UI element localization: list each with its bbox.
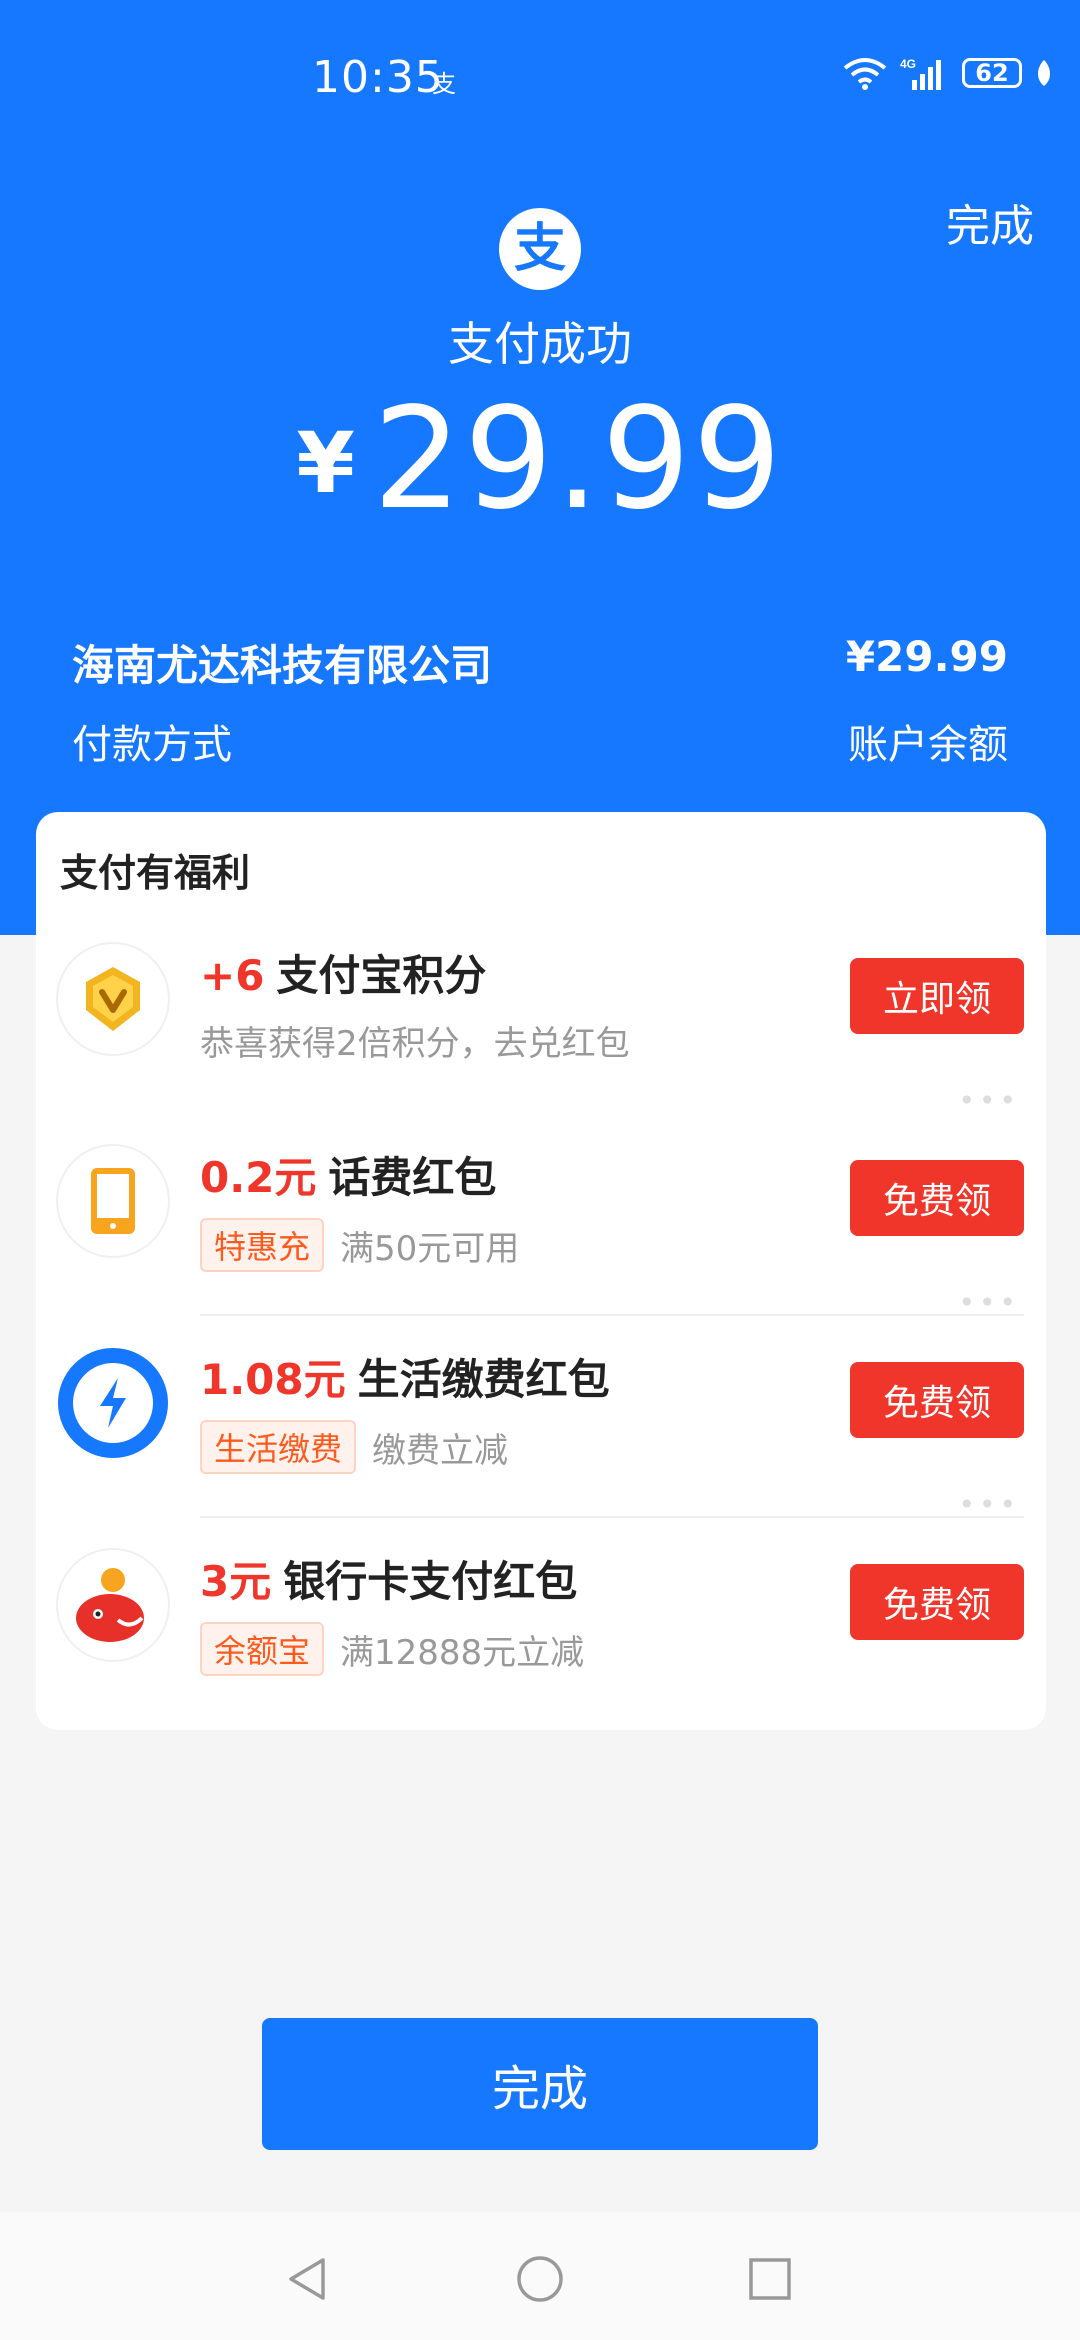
home-icon[interactable]: [515, 2254, 565, 2304]
benefit-tag: 特惠充: [200, 1218, 325, 1272]
signal-icon: 4G: [900, 57, 941, 90]
benefit-subtitle: 恭喜获得2倍积分，去兑红包: [200, 1016, 630, 1065]
payment-method-row: 付款方式 账户余额: [72, 712, 1008, 770]
alipay-logo-icon: 支: [499, 208, 581, 290]
merchant-row: 海南尤达科技有限公司 ¥29.99: [72, 632, 1008, 693]
lightning-icon: [58, 1348, 168, 1458]
benefit-title: 0.2元 话费红包: [200, 1144, 496, 1205]
benefit-title: 1.08元 生活缴费红包: [200, 1346, 610, 1407]
benefit-item-points: +6 支付宝积分 恭喜获得2倍积分，去兑红包 立即领: [36, 912, 1046, 1112]
recents-icon[interactable]: [745, 2254, 795, 2304]
benefit-highlight: 0.2元: [200, 1153, 317, 1202]
status-icons: 4G 62: [842, 56, 1054, 90]
phone-icon: [58, 1146, 168, 1256]
benefit-tag: 生活缴费: [200, 1420, 357, 1474]
more-options-icon[interactable]: •••: [958, 1084, 1020, 1117]
benefit-desc: 缴费立减: [372, 1430, 509, 1471]
status-app-icon: 支: [432, 70, 456, 98]
benefit-desc: 满12888元立减: [340, 1632, 585, 1673]
benefits-title: 支付有福利: [60, 851, 251, 895]
benefit-title: +6 支付宝积分: [200, 942, 486, 1003]
payment-method-value: 账户余额: [848, 722, 1008, 768]
benefit-tag: 余额宝: [200, 1622, 325, 1676]
benefits-card: 支付有福利 +6 支付宝积分 恭喜获得2倍积分，去兑红包 立即领 ••• 0.2…: [36, 812, 1046, 1730]
wifi-icon: [843, 58, 887, 90]
claim-free-button[interactable]: 免费领: [850, 1564, 1024, 1640]
benefit-subtitle: 生活缴费 缴费立减: [200, 1420, 508, 1474]
payment-amount: ¥ 29.99: [0, 390, 1080, 530]
benefit-item-bankcard: ••• 3元 银行卡支付红包 余额宝 满12888元立减 免费领: [36, 1488, 1046, 1718]
back-icon[interactable]: [283, 2254, 333, 2304]
benefit-title: 3元 银行卡支付红包: [200, 1548, 577, 1609]
benefit-highlight: 1.08元: [200, 1355, 346, 1404]
benefit-name: 银行卡支付红包: [283, 1557, 578, 1606]
amount-value: 29.99: [372, 378, 784, 541]
svg-text:4G: 4G: [900, 57, 916, 71]
benefit-name: 支付宝积分: [276, 951, 487, 1000]
benefit-highlight: +6: [200, 951, 265, 1000]
benefit-desc: 满50元可用: [340, 1228, 520, 1269]
benefit-name: 生活缴费红包: [357, 1355, 610, 1404]
more-options-icon[interactable]: •••: [958, 1286, 1020, 1319]
benefit-subtitle: 余额宝 满12888元立减: [200, 1622, 584, 1676]
more-options-icon[interactable]: •••: [958, 1488, 1020, 1521]
benefit-item-phone: ••• 0.2元 话费红包 特惠充 满50元可用 免费领: [36, 1084, 1046, 1316]
payment-success-title: 支付成功: [448, 317, 632, 371]
claim-free-button[interactable]: 免费领: [850, 1362, 1024, 1438]
merchant-name: 海南尤达科技有限公司: [72, 641, 493, 690]
done-button[interactable]: 完成: [262, 2018, 818, 2150]
amount-currency: ¥: [296, 414, 355, 512]
claim-free-button[interactable]: 免费领: [850, 1160, 1024, 1236]
alipay-logo-glyph: 支: [513, 219, 566, 279]
top-done-button[interactable]: 完成: [946, 190, 1034, 254]
payment-method-label: 付款方式: [72, 722, 232, 768]
benefit-highlight: 3元: [200, 1557, 272, 1606]
merchant-amount: ¥29.99: [845, 632, 1008, 681]
benefit-subtitle: 特惠充 满50元可用: [200, 1218, 519, 1272]
benefit-item-utilities: ••• 1.08元 生活缴费红包 生活缴费 缴费立减 免费领: [36, 1286, 1046, 1518]
gold-v-coin-icon: [58, 944, 168, 1054]
mascot-icon: [58, 1550, 168, 1660]
benefit-name: 话费红包: [328, 1153, 497, 1202]
status-time: 10:35: [312, 52, 444, 103]
claim-now-button[interactable]: 立即领: [850, 958, 1024, 1034]
battery-indicator: 62: [962, 58, 1022, 88]
leaf-icon: [1038, 60, 1050, 86]
benefit-desc: 恭喜获得2倍积分，去兑红包: [200, 1024, 630, 1064]
